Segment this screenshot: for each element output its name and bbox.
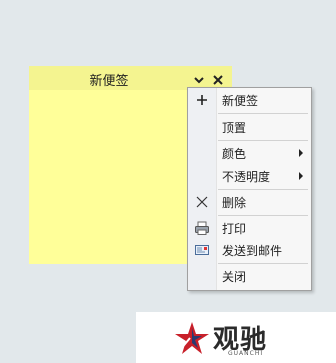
printer-icon bbox=[194, 220, 210, 236]
menu-separator bbox=[218, 140, 308, 141]
menu-item-new-note[interactable]: 新便签 bbox=[188, 89, 311, 111]
menu-separator bbox=[218, 215, 308, 216]
plus-icon bbox=[194, 92, 210, 108]
menu-item-close[interactable]: 关闭 bbox=[188, 265, 311, 287]
menu-item-label: 打印 bbox=[222, 222, 247, 236]
menu-item-print[interactable]: 打印 bbox=[188, 217, 311, 239]
menu-separator bbox=[218, 189, 308, 190]
watermark-subtext: GUANCHI bbox=[228, 350, 264, 357]
star-logo-icon bbox=[175, 322, 209, 354]
menu-item-label: 关闭 bbox=[222, 270, 247, 284]
watermark-logo: 观驰 GUANCHI bbox=[136, 312, 336, 363]
menu-item-color[interactable]: 颜色 bbox=[188, 142, 311, 164]
menu-separator bbox=[218, 113, 308, 114]
menu-item-opacity[interactable]: 不透明度 bbox=[188, 165, 311, 187]
menu-item-label: 删除 bbox=[222, 196, 247, 210]
menu-item-label: 顶置 bbox=[222, 121, 247, 135]
menu-item-label: 新便签 bbox=[222, 94, 259, 108]
menu-item-label: 不透明度 bbox=[222, 170, 271, 184]
menu-item-label: 发送到邮件 bbox=[222, 244, 283, 258]
delete-icon bbox=[194, 194, 210, 210]
note-title: 新便签 bbox=[89, 74, 129, 89]
mail-icon bbox=[194, 242, 210, 258]
menu-separator bbox=[218, 263, 308, 264]
submenu-arrow-icon bbox=[299, 172, 303, 180]
menu-item-label: 颜色 bbox=[222, 147, 247, 161]
menu-item-send-email[interactable]: 发送到邮件 bbox=[188, 239, 311, 261]
menu-item-delete[interactable]: 删除 bbox=[188, 191, 311, 213]
menu-item-pin-top[interactable]: 顶置 bbox=[188, 116, 311, 138]
context-menu: 新便签 顶置 颜色 不透明度 删除 打印 发送到邮件 关闭 bbox=[187, 87, 312, 291]
submenu-arrow-icon bbox=[299, 149, 303, 157]
